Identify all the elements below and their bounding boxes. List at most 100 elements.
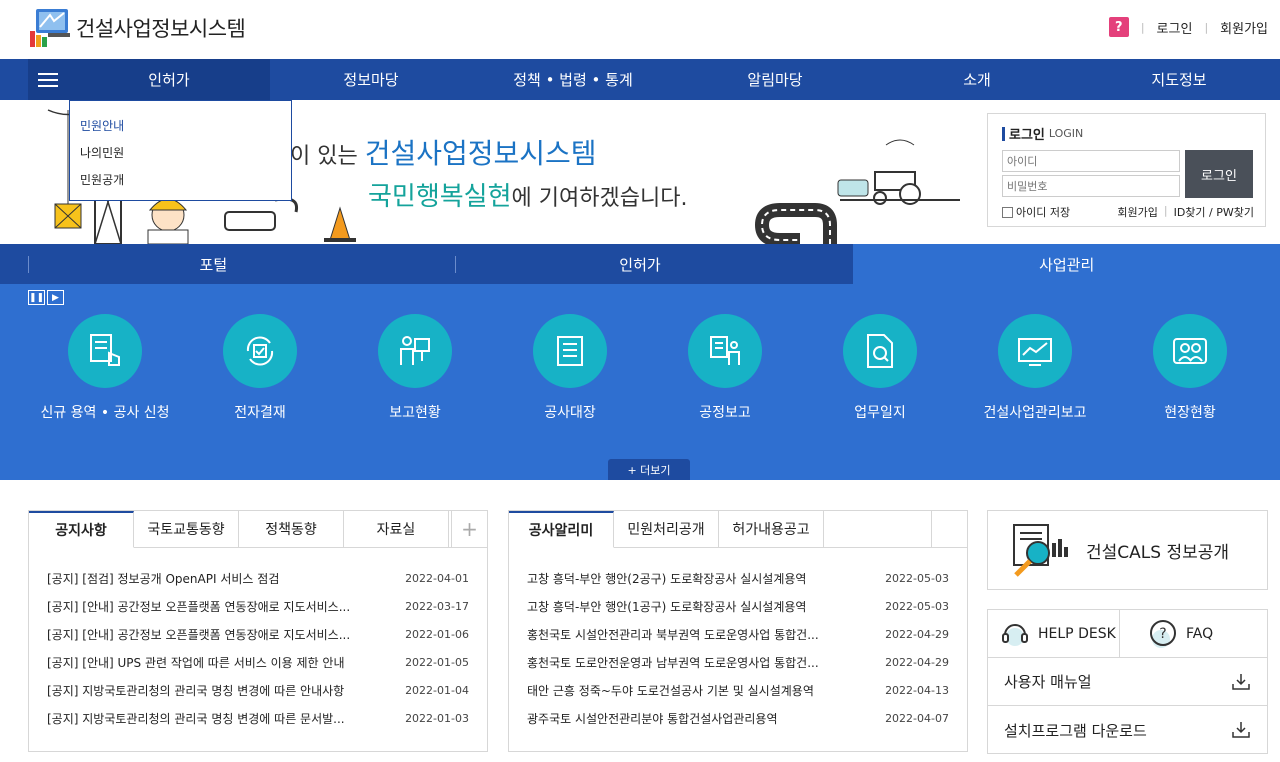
service-site-status[interactable]: 현장현황 bbox=[1115, 314, 1265, 422]
tab-permit[interactable]: 인허가 bbox=[427, 244, 854, 284]
id-input[interactable] bbox=[1002, 150, 1180, 172]
nav-item-about[interactable]: 소개 bbox=[876, 59, 1078, 100]
list-item[interactable]: [공지] [안내] 공간정보 오픈플랫폼 연동장애로 지도서비스... 2022-… bbox=[47, 620, 469, 648]
tab-project-management[interactable]: 사업관리 bbox=[853, 244, 1280, 284]
service-cm-report[interactable]: 건설사업관리보고 bbox=[960, 314, 1110, 422]
tab-notices[interactable]: 공지사항 bbox=[29, 511, 134, 548]
signup-link[interactable]: 회원가입 bbox=[1220, 18, 1268, 37]
banner-subline: 국민행복실현에 기여하겠습니다. bbox=[368, 182, 688, 212]
tab-civil-processing[interactable]: 민원처리공개 bbox=[614, 511, 719, 547]
nav-item-policy[interactable]: 정책 • 법령 • 통계 bbox=[472, 59, 674, 100]
permit-dropdown: 민원안내 나의민원 민원공개 bbox=[69, 100, 292, 201]
document-magnifier-icon bbox=[1013, 524, 1068, 577]
separator: | bbox=[1140, 20, 1145, 34]
faq-link[interactable]: ? FAQ bbox=[1119, 610, 1267, 657]
user-manual-download[interactable]: 사용자 매뉴얼 bbox=[988, 658, 1267, 706]
password-input[interactable] bbox=[1002, 175, 1180, 197]
service-e-approval[interactable]: 전자결재 bbox=[185, 314, 335, 422]
service-tabs: 포털 인허가 사업관리 bbox=[0, 244, 1280, 284]
find-account-link[interactable]: ID찾기 / PW찾기 bbox=[1174, 204, 1254, 220]
download-icon bbox=[1232, 673, 1250, 690]
service-construction-ledger[interactable]: 공사대장 bbox=[495, 314, 645, 422]
construction-panel: 공사알리미 민원처리공개 허가내용공고 고창 흥덕-부안 행안(2공구) 도로확… bbox=[508, 510, 968, 752]
nav-item-permit[interactable]: 인허가 bbox=[68, 59, 270, 100]
tab-portal[interactable]: 포털 bbox=[0, 244, 427, 284]
question-bubble-icon: ? bbox=[1150, 619, 1176, 648]
tab-transport-trends[interactable]: 국토교통동향 bbox=[134, 511, 239, 547]
dropdown-item-my-civil[interactable]: 나의민원 bbox=[80, 140, 281, 167]
list-item[interactable]: 홍천국토 도로안전운영과 남부권역 도로운영사업 통합건... 2022-04-2… bbox=[527, 648, 949, 676]
list-item[interactable]: [공지] [안내] UPS 관련 작업에 따른 서비스 이용 제한 안내 2022… bbox=[47, 648, 469, 676]
list-item[interactable]: 태안 근흥 정죽~두야 도로건설공사 기본 및 실시설계용역 2022-04-13 bbox=[527, 676, 949, 704]
notice-tabs: 공지사항 국토교통동향 정책동향 자료실 + bbox=[29, 511, 487, 548]
tab-resources[interactable]: 자료실 bbox=[344, 511, 449, 547]
dropdown-item-civil-public[interactable]: 민원공개 bbox=[80, 167, 281, 194]
nav-item-info[interactable]: 정보마당 bbox=[270, 59, 472, 100]
service-report-status[interactable]: 보고현황 bbox=[340, 314, 490, 422]
service-label: 건설사업관리보고 bbox=[983, 405, 1087, 421]
help-row: HELP DESK ? FAQ bbox=[988, 610, 1267, 658]
signup-link-box[interactable]: 회원가입 bbox=[1117, 204, 1157, 220]
list-item[interactable]: 고창 흥덕-부안 행안(2공구) 도로확장공사 실시설계용역 2022-05-03 bbox=[527, 564, 949, 592]
nav-item-notice[interactable]: 알림마당 bbox=[674, 59, 876, 100]
monitor-chart-icon bbox=[998, 314, 1072, 388]
tab-construction-alerts[interactable]: 공사알리미 bbox=[509, 511, 614, 548]
nav-item-map[interactable]: 지도정보 bbox=[1078, 59, 1280, 100]
tab-policy-trends[interactable]: 정책동향 bbox=[239, 511, 344, 547]
list-item[interactable]: 광주국토 시설안전관리분야 통합건설사업관리용역 2022-04-07 bbox=[527, 704, 949, 732]
svg-text:?: ? bbox=[1159, 626, 1166, 642]
header: 건설사업정보시스템 ? | 로그인 | 회원가입 bbox=[0, 0, 1280, 59]
help-box: HELP DESK ? FAQ 사용자 매뉴얼 설치프로그램 다운로드 bbox=[987, 609, 1268, 754]
service-label: 보고현황 bbox=[389, 405, 441, 421]
hamburger-menu-icon[interactable] bbox=[28, 59, 68, 100]
ledger-icon bbox=[533, 314, 607, 388]
people-meeting-icon bbox=[1153, 314, 1227, 388]
login-link[interactable]: 로그인 bbox=[1157, 18, 1193, 37]
list-item[interactable]: 고창 흥덕-부안 행안(1공구) 도로확장공사 실시설계용역 2022-05-03 bbox=[527, 592, 949, 620]
list-item[interactable]: [공지] 지방국토관리청의 관리국 명칭 변경에 따른 문서발... 2022-0… bbox=[47, 704, 469, 732]
service-work-diary[interactable]: 업무일지 bbox=[805, 314, 955, 422]
notice-list: [공지] [점검] 정보공개 OpenAPI 서비스 점검 2022-04-01 … bbox=[29, 548, 487, 732]
service-new-application[interactable]: 신규 용역 • 공사 신청 bbox=[30, 314, 180, 422]
installer-download[interactable]: 설치프로그램 다운로드 bbox=[988, 706, 1267, 754]
services-area: ❚❚ ▶ 신규 용역 • 공사 신청 전자결재 보고현황 공사대장 공정보고 업… bbox=[0, 284, 1280, 480]
construction-tabs: 공사알리미 민원처리공개 허가내용공고 bbox=[509, 511, 967, 548]
cals-info-link[interactable]: 건설CALS 정보공개 bbox=[987, 510, 1268, 590]
document-search-icon bbox=[843, 314, 917, 388]
tab-blank bbox=[931, 511, 967, 547]
board-person-icon bbox=[688, 314, 762, 388]
list-item[interactable]: [공지] 지방국토관리청의 관리국 명칭 변경에 따른 안내사항 2022-01-… bbox=[47, 676, 469, 704]
save-id-checkbox[interactable] bbox=[1002, 206, 1013, 218]
main-nav: 인허가 정보마당 정책 • 법령 • 통계 알림마당 소개 지도정보 bbox=[0, 59, 1280, 100]
tab-permit-notices[interactable]: 허가내용공고 bbox=[719, 511, 824, 547]
plus-icon[interactable]: + bbox=[451, 511, 487, 547]
service-label: 공사대장 bbox=[544, 405, 596, 421]
list-item[interactable]: [공지] [점검] 정보공개 OpenAPI 서비스 점검 2022-04-01 bbox=[47, 564, 469, 592]
banner-headline: 이 있는 건설사업정보시스템 bbox=[290, 137, 597, 170]
service-label: 공정보고 bbox=[699, 405, 751, 421]
carousel-controls: ❚❚ ▶ bbox=[28, 290, 64, 305]
helpdesk-link[interactable]: HELP DESK bbox=[988, 610, 1119, 657]
login-title: 로그인 LOGIN bbox=[1002, 124, 1251, 143]
list-item[interactable]: 홍천국토 시설안전관리과 북부권역 도로운영사업 통합건... 2022-04-2… bbox=[527, 620, 949, 648]
separator: | bbox=[1204, 20, 1209, 34]
login-footer: 아이디 저장 회원가입 | ID찾기 / PW찾기 bbox=[1002, 204, 1254, 220]
play-icon[interactable]: ▶ bbox=[47, 290, 64, 305]
pause-icon[interactable]: ❚❚ bbox=[28, 290, 45, 305]
login-inputs bbox=[1002, 150, 1180, 200]
dropdown-item-civil-guide[interactable]: 민원안내 bbox=[80, 113, 281, 140]
service-label: 현장현황 bbox=[1164, 405, 1216, 421]
help-icon[interactable]: ? bbox=[1108, 17, 1129, 37]
service-label: 전자결재 bbox=[234, 405, 286, 421]
service-progress-report[interactable]: 공정보고 bbox=[650, 314, 800, 422]
site-logo[interactable]: 건설사업정보시스템 bbox=[28, 7, 246, 49]
login-box: 로그인 LOGIN 로그인 아이디 저장 회원가입 | ID찾기 / PW찾기 bbox=[987, 113, 1266, 227]
cals-label: 건설CALS 정보공개 bbox=[1086, 542, 1230, 563]
list-item[interactable]: [공지] [안내] 공간정보 오픈플랫폼 연동장애로 지도서비스... 2022-… bbox=[47, 592, 469, 620]
top-links: ? | 로그인 | 회원가입 bbox=[1108, 17, 1268, 37]
notice-panel: 공지사항 국토교통동향 정책동향 자료실 + [공지] [점검] 정보공개 Op… bbox=[28, 510, 488, 752]
bottom-section: 공지사항 국토교통동향 정책동향 자료실 + [공지] [점검] 정보공개 Op… bbox=[0, 480, 1280, 762]
login-button[interactable]: 로그인 bbox=[1185, 150, 1253, 198]
refresh-check-icon bbox=[223, 314, 297, 388]
more-button[interactable]: + 더보기 bbox=[608, 459, 690, 480]
